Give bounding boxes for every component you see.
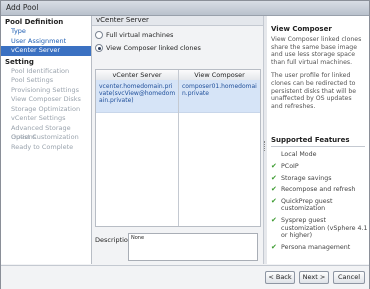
radio-button-selected-icon[interactable] (95, 44, 103, 52)
window-title: Add Pool (6, 3, 39, 12)
checkmark-icon: ✔ (271, 185, 277, 194)
features-title: Supported Features (271, 136, 350, 145)
radio-button-icon[interactable] (95, 31, 103, 39)
feature-label: QuickPrep guest customization (281, 197, 333, 213)
radio-full-vms[interactable]: Full virtual machines (95, 31, 173, 39)
main-panel: vCenter Server Full virtual machines Vie… (92, 16, 263, 264)
nav-item-pool-settings: Pool Settings (11, 76, 54, 84)
help-paragraph-1: View Composer linked clones share the sa… (271, 36, 362, 66)
add-pool-window: Add Pool Pool Definition Type User Assig… (0, 0, 370, 289)
features-divider (271, 146, 365, 148)
help-panel: View Composer View Composer linked clone… (267, 16, 369, 264)
feature-label: Local Mode (281, 151, 317, 159)
section-header: vCenter Server (92, 16, 263, 26)
nav-header-pool-definition: Pool Definition (5, 18, 64, 26)
feature-label: Sysprep guest customization (vSphere 4.1… (281, 216, 368, 240)
nav-item-ready-to-complete: Ready to Complete (11, 142, 74, 151)
checkmark-icon: ✔ (271, 215, 277, 224)
wizard-footer: < Back Next > Cancel (1, 265, 369, 289)
feature-label: Persona management (281, 243, 351, 251)
feature-sysprep: ✔ Sysprep guest customization (vSphere 4… (271, 215, 369, 240)
nav-item-provisioning-settings: Provisioning Settings (11, 85, 80, 94)
nav-item-vcenter-server[interactable]: vCenter Server (1, 46, 91, 56)
column-divider (178, 70, 179, 226)
feature-label: Recompose and refresh (281, 186, 356, 194)
nav-item-advanced-storage-options: Advanced Storage Options (11, 123, 71, 142)
feature-local-mode: Local Mode (271, 151, 369, 159)
nav-item-user-assignment[interactable]: User Assignment (1, 37, 91, 47)
nav-item-view-composer-disks: View Composer Disks (11, 95, 81, 103)
nav-item-pool-identification: Pool Identification (11, 66, 70, 75)
checkmark-icon: ✔ (271, 242, 277, 251)
vcenter-table: vCenter Server View Composer vcenter.hom… (95, 69, 261, 227)
feature-pcoip: ✔ PCoIP (271, 161, 369, 171)
cancel-button[interactable]: Cancel (333, 271, 365, 284)
nav-item-type[interactable]: Type (1, 27, 91, 37)
feature-persona-management: ✔ Persona management (271, 242, 369, 252)
next-button[interactable]: Next > (299, 271, 329, 284)
checkmark-icon: ✔ (271, 161, 277, 170)
wizard-nav: Pool Definition Type User Assignment vCe… (1, 16, 92, 264)
feature-recompose-refresh: ✔ Recompose and refresh (271, 186, 369, 194)
nav-item-storage-optimization: Storage Optimization (11, 104, 81, 113)
feature-label: PCoIP (281, 162, 299, 170)
cell-view-composer: composer01.homedomain.private (182, 83, 257, 97)
checkmark-icon: ✔ (271, 173, 277, 182)
checkmark-icon: ✔ (271, 196, 277, 205)
feature-quickprep: ✔ QuickPrep guest customization (271, 196, 369, 213)
radio-linked-clones-label: View Composer linked clones (106, 44, 201, 52)
title-bar: Add Pool (1, 1, 369, 16)
nav-item-vcenter-settings: vCenter Settings (11, 114, 66, 122)
radio-linked-clones[interactable]: View Composer linked clones (95, 44, 201, 52)
back-button[interactable]: < Back (265, 271, 295, 284)
nav-item-guest-customization: Guest Customization (11, 133, 79, 141)
help-title: View Composer (271, 25, 332, 33)
help-paragraph-2: The user profile for linked clones can b… (271, 72, 357, 110)
description-field[interactable]: None (128, 233, 258, 261)
feature-label: Storage savings (281, 174, 332, 182)
radio-full-vms-label: Full virtual machines (106, 31, 174, 39)
cell-vcenter-server: vcenter.homedomain.private(svcView@homed… (99, 83, 176, 104)
feature-storage-savings: ✔ Storage savings (271, 173, 369, 183)
nav-header-setting: Setting (5, 57, 34, 66)
